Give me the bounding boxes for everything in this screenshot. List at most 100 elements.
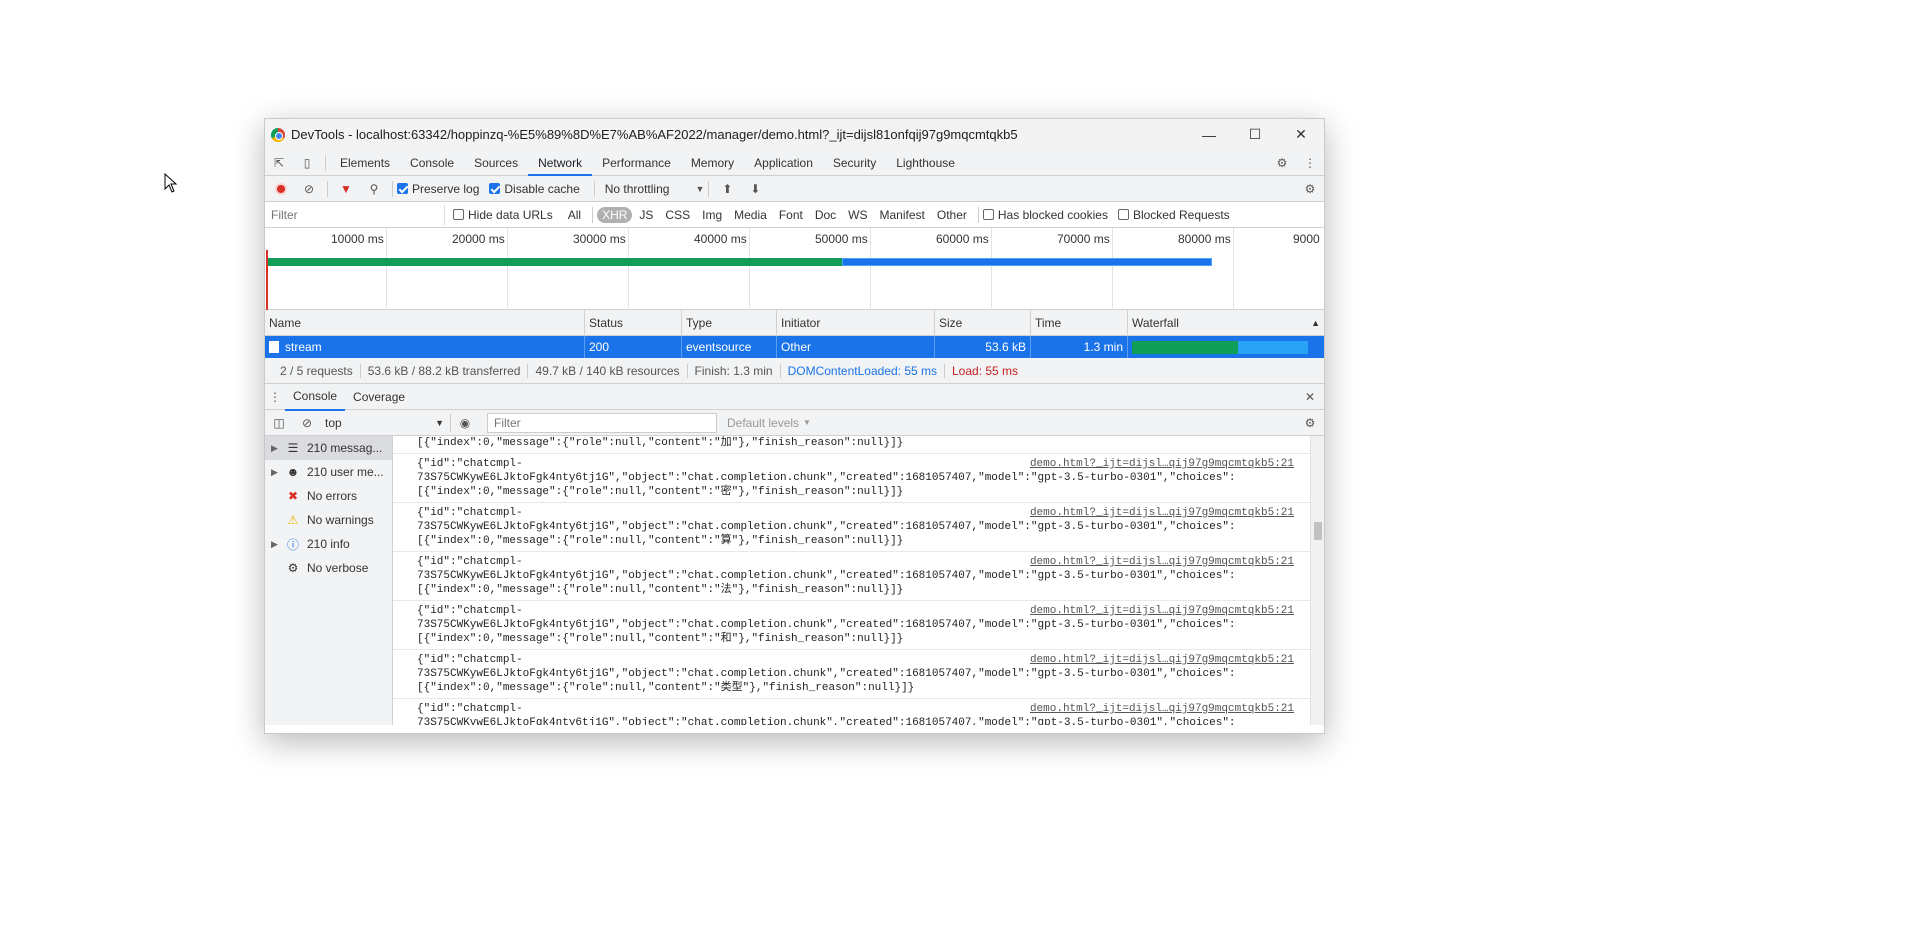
settings-gear-icon[interactable]: ⚙ [1268, 150, 1296, 176]
tab-security[interactable]: Security [823, 150, 886, 176]
source-link[interactable]: demo.html?_ijt=dijsl…qij97g9mqcmtqkb5:21 [1030, 702, 1294, 716]
filter-funnel-icon[interactable]: ▼ [332, 176, 360, 202]
table-row[interactable]: stream 200 eventsource Other 53.6 kB 1.3… [265, 336, 1324, 358]
column-header-initiator[interactable]: Initiator [777, 310, 935, 335]
column-header-time[interactable]: Time [1031, 310, 1128, 335]
source-link[interactable]: demo.html?_ijt=dijsl…qij97g9mqcmtqkb5:21 [1030, 604, 1294, 618]
sidebar-toggle-icon[interactable]: ◫ [265, 410, 293, 436]
minimize-button[interactable]: — [1186, 119, 1232, 150]
close-drawer-icon[interactable]: ✕ [1296, 384, 1324, 410]
tab-application[interactable]: Application [744, 150, 823, 176]
source-link[interactable]: demo.html?_ijt=dijsl…qij97g9mqcmtqkb5:21 [1030, 457, 1294, 471]
message-line: [{"index":0,"message":{"role":null,"cont… [417, 682, 915, 694]
record-icon[interactable] [275, 182, 287, 195]
filter-type-other[interactable]: Other [932, 207, 972, 223]
sidebar-item-messages[interactable]: ▶ ☰ 210 messag... [265, 436, 392, 460]
close-window-button[interactable]: ✕ [1278, 119, 1324, 150]
column-header-size[interactable]: Size [935, 310, 1031, 335]
divider [325, 154, 326, 171]
scrollbar-thumb[interactable] [1314, 522, 1322, 540]
divider [977, 206, 979, 223]
filter-type-ws[interactable]: WS [843, 207, 872, 223]
sidebar-item-verbose[interactable]: ⚙ No verbose [265, 556, 392, 580]
tab-console[interactable]: Console [400, 150, 464, 176]
filter-type-css[interactable]: CSS [660, 207, 695, 223]
network-overview-timeline[interactable]: 10000 ms 20000 ms 30000 ms 40000 ms 5000… [265, 228, 1324, 310]
hide-data-urls-checkbox[interactable]: Hide data URLs [453, 208, 553, 222]
source-link[interactable]: demo.html?_ijt=dijsl…qij97g9mqcmtqkb5:21 [1030, 555, 1294, 569]
network-settings-gear-icon[interactable]: ⚙ [1296, 176, 1324, 202]
filter-type-img[interactable]: Img [697, 207, 727, 223]
console-message: demo.html?_ijt=dijsl…qij97g9mqcmtqkb5:21… [393, 699, 1324, 725]
console-filter-input[interactable] [487, 412, 717, 433]
filter-type-all[interactable]: All [563, 207, 586, 223]
sort-up-icon: ▲ [1311, 318, 1320, 328]
log-levels-select[interactable]: Default levels [727, 416, 799, 430]
chevron-down-icon[interactable]: ▼ [695, 184, 704, 194]
maximize-button[interactable]: ☐ [1232, 119, 1278, 150]
expand-arrow-icon: ▶ [271, 538, 278, 549]
mouse-cursor-icon [164, 173, 178, 193]
clear-icon[interactable]: ⊘ [295, 176, 323, 202]
import-har-icon[interactable]: ⬆ [713, 176, 741, 202]
timeline-download-bar [842, 258, 1212, 266]
column-header-status[interactable]: Status [585, 310, 682, 335]
filter-type-media[interactable]: Media [729, 207, 772, 223]
filter-type-js[interactable]: JS [634, 207, 658, 223]
timeline-tick-label: 80000 ms [1178, 232, 1231, 246]
drawer-menu-icon[interactable]: ⋮ [265, 384, 285, 410]
throttling-select[interactable]: No throttling [605, 182, 670, 196]
window-title: DevTools - localhost:63342/hoppinzq-%E5%… [291, 127, 1018, 142]
filter-bar: Hide data URLs All XHR JS CSS Img Media … [265, 202, 1324, 228]
preserve-log-checkbox[interactable]: Preserve log [397, 182, 479, 196]
drawer-tab-console[interactable]: Console [285, 383, 346, 411]
tab-network[interactable]: Network [528, 150, 593, 176]
column-header-waterfall[interactable]: Waterfall ▲ [1128, 310, 1324, 335]
row-time: 1.3 min [1031, 336, 1128, 358]
has-blocked-cookies-checkbox[interactable]: Has blocked cookies [982, 208, 1108, 222]
device-toggle-icon[interactable]: ▯ [293, 150, 321, 176]
tab-performance[interactable]: Performance [592, 150, 681, 176]
filter-type-font[interactable]: Font [774, 207, 808, 223]
console-body: ▶ ☰ 210 messag... ▶ ☻ 210 user me... ✖ No err… [265, 436, 1324, 725]
console-message: demo.html?_ijt=dijsl…qij97g9mqcmtqkb5:21… [393, 650, 1324, 699]
sidebar-item-info[interactable]: ▶ ⓘ 210 info [265, 532, 392, 556]
sidebar-item-label: 210 info [307, 537, 350, 551]
source-link[interactable]: demo.html?_ijt=dijsl…qij97g9mqcmtqkb5:21 [1030, 506, 1294, 520]
waterfall-bar [1132, 341, 1320, 354]
blocked-requests-checkbox[interactable]: Blocked Requests [1117, 207, 1230, 222]
filter-input[interactable] [265, 204, 445, 225]
row-size: 53.6 kB [935, 336, 1031, 358]
blocked-requests-label: Blocked Requests [1132, 207, 1230, 222]
tab-sources[interactable]: Sources [464, 150, 528, 176]
search-icon[interactable]: ⚲ [360, 176, 388, 202]
source-link[interactable]: demo.html?_ijt=dijsl…qij97g9mqcmtqkb5:21 [1030, 653, 1294, 667]
tab-memory[interactable]: Memory [681, 150, 744, 176]
disable-cache-checkbox[interactable]: Disable cache [489, 182, 580, 196]
filter-type-doc[interactable]: Doc [810, 207, 841, 223]
sidebar-item-errors[interactable]: ✖ No errors [265, 484, 392, 508]
column-header-type[interactable]: Type [682, 310, 777, 335]
timeline-tick-label: 40000 ms [694, 232, 747, 246]
drawer-tab-coverage[interactable]: Coverage [345, 384, 413, 410]
inspect-element-icon[interactable]: ⇱ [265, 150, 293, 176]
filter-type-manifest[interactable]: Manifest [875, 207, 930, 223]
message-line: [{"index":0,"message":{"role":null,"cont… [417, 584, 904, 596]
context-select[interactable]: top ▼ [321, 413, 451, 432]
divider [708, 180, 710, 197]
live-expression-eye-icon[interactable]: ◉ [451, 410, 479, 436]
console-log[interactable]: [{"index":0,"message":{"role":null,"cont… [393, 436, 1324, 725]
list-icon: ☰ [287, 441, 299, 455]
console-settings-gear-icon[interactable]: ⚙ [1296, 410, 1324, 436]
clear-console-icon[interactable]: ⊘ [293, 410, 321, 436]
more-options-icon[interactable]: ⋮ [1296, 150, 1324, 176]
export-har-icon[interactable]: ⬇ [741, 176, 769, 202]
tab-lighthouse[interactable]: Lighthouse [886, 150, 965, 176]
tab-elements[interactable]: Elements [330, 150, 400, 176]
sidebar-item-user-messages[interactable]: ▶ ☻ 210 user me... [265, 460, 392, 484]
filter-type-xhr[interactable]: XHR [597, 206, 633, 223]
column-header-name[interactable]: Name [265, 310, 585, 335]
console-scrollbar[interactable] [1310, 436, 1324, 725]
sidebar-item-warnings[interactable]: ⚠ No warnings [265, 508, 392, 532]
chevron-down-icon: ▼ [803, 418, 811, 427]
